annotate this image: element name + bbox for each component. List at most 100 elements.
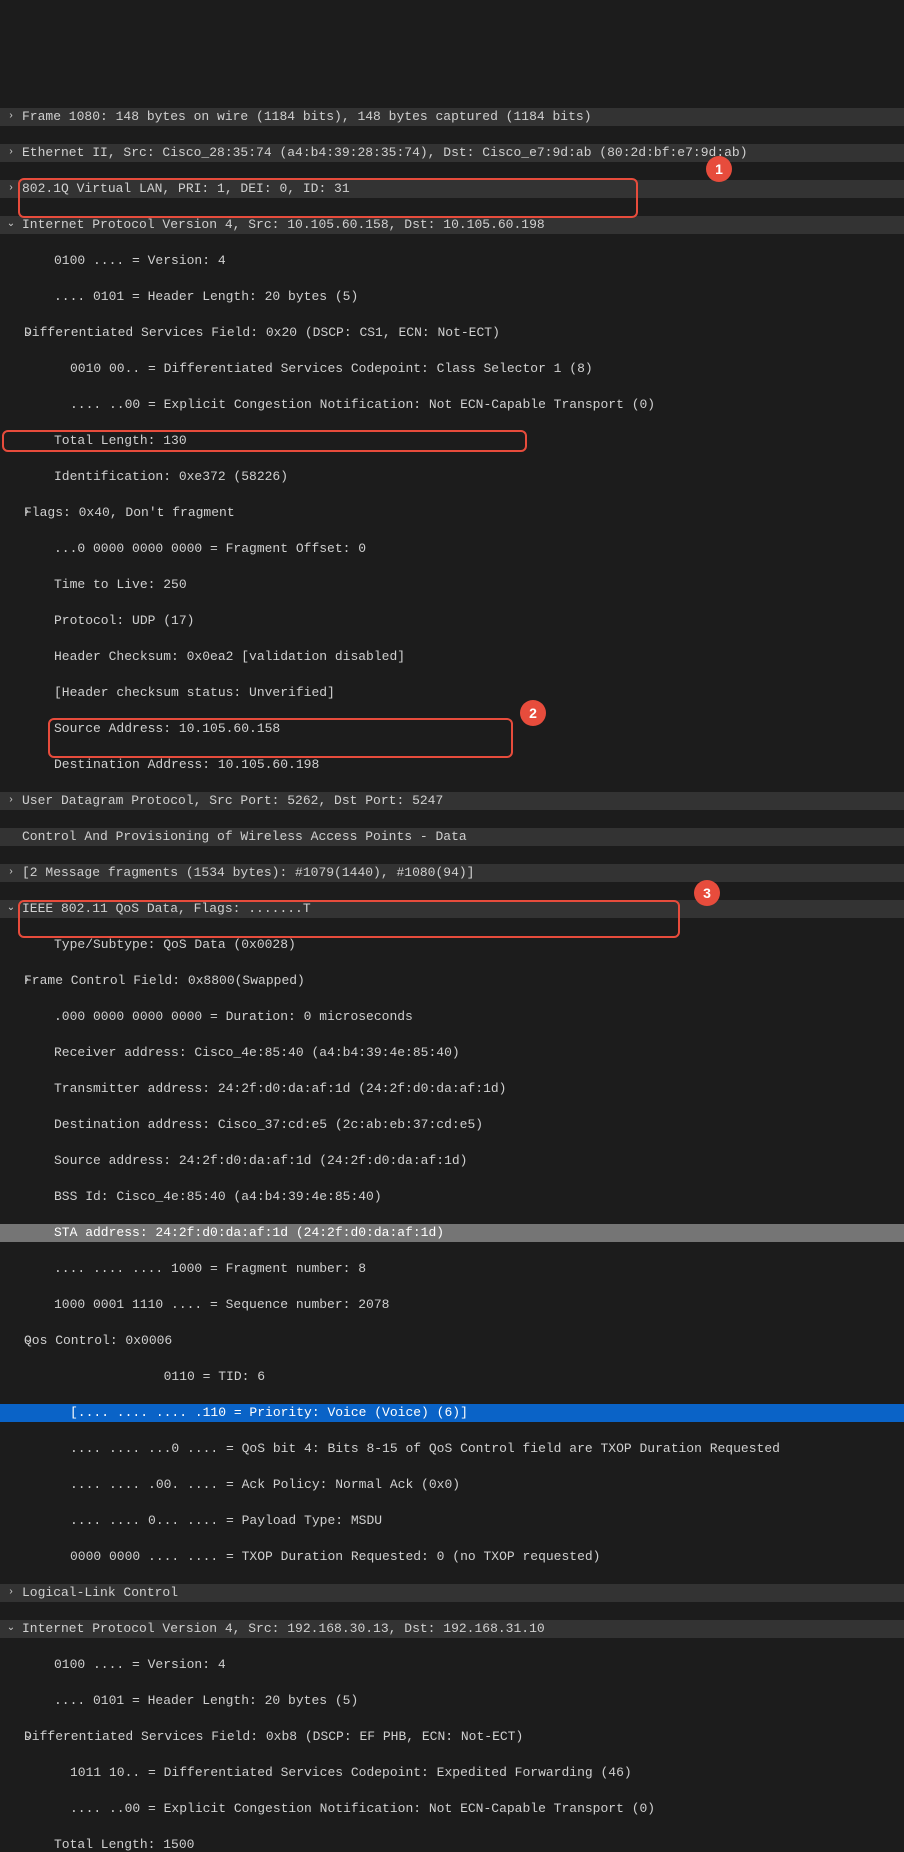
fragment-number: .... .... .... 1000 = Fragment number: 8 xyxy=(18,1260,366,1278)
chevron-down-icon[interactable]: ⌄ xyxy=(4,324,24,342)
tree-row[interactable]: Header Checksum: 0x0ea2 [validation disa… xyxy=(0,648,904,666)
tid: 0110 = TID: 6 xyxy=(18,1368,265,1386)
chevron-down-icon[interactable]: ⌄ xyxy=(4,1728,24,1746)
tree-row[interactable]: Total Length: 1500 xyxy=(0,1836,904,1852)
tree-row[interactable]: .... .... .00. .... = Ack Policy: Normal… xyxy=(0,1476,904,1494)
tree-row[interactable]: 1011 10.. = Differentiated Services Code… xyxy=(0,1764,904,1782)
total-length: Total Length: 130 xyxy=(18,432,187,450)
annotation-callout-3: 3 xyxy=(694,880,720,906)
tree-row[interactable]: 0010 00.. = Differentiated Services Code… xyxy=(0,360,904,378)
tree-row[interactable]: .... .... 0... .... = Payload Type: MSDU xyxy=(0,1512,904,1530)
chevron-right-icon[interactable]: › xyxy=(4,972,24,990)
identification: Identification: 0xe372 (58226) xyxy=(18,468,288,486)
tree-row[interactable]: Receiver address: Cisco_4e:85:40 (a4:b4:… xyxy=(0,1044,904,1062)
source-address-2: Source address: 24:2f:d0:da:af:1d (24:2f… xyxy=(18,1152,467,1170)
tree-row[interactable]: ⌄Differentiated Services Field: 0x20 (DS… xyxy=(0,324,904,342)
chevron-right-icon[interactable]: › xyxy=(4,144,18,162)
callout-label: 1 xyxy=(715,160,723,178)
type-subtype: Type/Subtype: QoS Data (0x0028) xyxy=(18,936,296,954)
ack-policy: .... .... .00. .... = Ack Policy: Normal… xyxy=(18,1476,460,1494)
tree-row[interactable]: .... ..00 = Explicit Congestion Notifica… xyxy=(0,1800,904,1818)
tree-row[interactable]: ›802.1Q Virtual LAN, PRI: 1, DEI: 0, ID:… xyxy=(0,180,904,198)
frame-control-field: Frame Control Field: 0x8800(Swapped) xyxy=(24,972,305,990)
tree-row[interactable]: Total Length: 130 xyxy=(0,432,904,450)
header-checksum: Header Checksum: 0x0ea2 [validation disa… xyxy=(18,648,405,666)
tree-row[interactable]: Destination address: Cisco_37:cd:e5 (2c:… xyxy=(0,1116,904,1134)
tree-row[interactable]: ›[2 Message fragments (1534 bytes): #107… xyxy=(0,864,904,882)
tree-row[interactable]: .000 0000 0000 0000 = Duration: 0 micros… xyxy=(0,1008,904,1026)
ipv4-outer-summary: Internet Protocol Version 4, Src: 10.105… xyxy=(18,216,545,234)
dsfield-outer: Differentiated Services Field: 0x20 (DSC… xyxy=(24,324,500,342)
tree-row-highlighted[interactable]: [.... .... .... .110 = Priority: Voice (… xyxy=(0,1404,904,1422)
chevron-down-icon[interactable]: ⌄ xyxy=(4,1332,24,1350)
chevron-right-icon[interactable]: › xyxy=(4,180,18,198)
protocol: Protocol: UDP (17) xyxy=(18,612,194,630)
transmitter-address: Transmitter address: 24:2f:d0:da:af:1d (… xyxy=(18,1080,506,1098)
callout-label: 3 xyxy=(703,884,711,902)
tree-row[interactable]: ⌄Differentiated Services Field: 0xb8 (DS… xyxy=(0,1728,904,1746)
txop: 0000 0000 .... .... = TXOP Duration Requ… xyxy=(18,1548,601,1566)
chevron-right-icon[interactable]: › xyxy=(4,864,18,882)
ipv4-version-2: 0100 .... = Version: 4 xyxy=(18,1656,226,1674)
chevron-down-icon[interactable]: ⌄ xyxy=(4,1620,18,1638)
dest-address: Destination Address: 10.105.60.198 xyxy=(18,756,319,774)
tree-row[interactable]: .... .... ...0 .... = QoS bit 4: Bits 8-… xyxy=(0,1440,904,1458)
callout-label: 2 xyxy=(529,704,537,722)
annotation-callout-2: 2 xyxy=(520,700,546,726)
tree-row[interactable]: Type/Subtype: QoS Data (0x0028) xyxy=(0,936,904,954)
tree-row[interactable]: 0110 = TID: 6 xyxy=(0,1368,904,1386)
chevron-right-icon[interactable]: › xyxy=(4,504,24,522)
tree-row[interactable]: ⌄Qos Control: 0x0006 xyxy=(0,1332,904,1350)
tree-row[interactable]: ⌄IEEE 802.11 QoS Data, Flags: .......T xyxy=(0,900,904,918)
tree-row[interactable]: .... .... .... 1000 = Fragment number: 8 xyxy=(0,1260,904,1278)
tree-row[interactable]: Transmitter address: 24:2f:d0:da:af:1d (… xyxy=(0,1080,904,1098)
tree-row[interactable]: Source address: 24:2f:d0:da:af:1d (24:2f… xyxy=(0,1152,904,1170)
vlan-summary: 802.1Q Virtual LAN, PRI: 1, DEI: 0, ID: … xyxy=(18,180,350,198)
tree-row[interactable]: ...0 0000 0000 0000 = Fragment Offset: 0 xyxy=(0,540,904,558)
tree-row[interactable]: Control And Provisioning of Wireless Acc… xyxy=(0,828,904,846)
tree-row[interactable]: 1000 0001 1110 .... = Sequence number: 2… xyxy=(0,1296,904,1314)
tree-row-selected[interactable]: STA address: 24:2f:d0:da:af:1d (24:2f:d0… xyxy=(0,1224,904,1242)
tree-row[interactable]: Time to Live: 250 xyxy=(0,576,904,594)
tree-row[interactable]: Protocol: UDP (17) xyxy=(0,612,904,630)
tree-row[interactable]: .... 0101 = Header Length: 20 bytes (5) xyxy=(0,288,904,306)
destination-address: Destination address: Cisco_37:cd:e5 (2c:… xyxy=(18,1116,483,1134)
chevron-down-icon[interactable]: ⌄ xyxy=(4,900,18,918)
fragment-offset: ...0 0000 0000 0000 = Fragment Offset: 0 xyxy=(18,540,366,558)
tree-row[interactable]: ⌄Internet Protocol Version 4, Src: 10.10… xyxy=(0,216,904,234)
ecn-outer: .... ..00 = Explicit Congestion Notifica… xyxy=(18,396,655,414)
chevron-right-icon[interactable]: › xyxy=(4,108,18,126)
tree-row[interactable]: ›Flags: 0x40, Don't fragment xyxy=(0,504,904,522)
tree-row[interactable]: 0000 0000 .... .... = TXOP Duration Requ… xyxy=(0,1548,904,1566)
tree-row[interactable]: Identification: 0xe372 (58226) xyxy=(0,468,904,486)
bss-id: BSS Id: Cisco_4e:85:40 (a4:b4:39:4e:85:4… xyxy=(18,1188,382,1206)
dsfield-inner: Differentiated Services Field: 0xb8 (DSC… xyxy=(24,1728,523,1746)
tree-row[interactable]: .... ..00 = Explicit Congestion Notifica… xyxy=(0,396,904,414)
checksum-status: [Header checksum status: Unverified] xyxy=(18,684,335,702)
tree-row[interactable]: [Header checksum status: Unverified] xyxy=(0,684,904,702)
chevron-right-icon[interactable]: › xyxy=(4,1584,18,1602)
tree-row[interactable]: BSS Id: Cisco_4e:85:40 (a4:b4:39:4e:85:4… xyxy=(0,1188,904,1206)
tree-row[interactable]: 0100 .... = Version: 4 xyxy=(0,1656,904,1674)
source-address: Source Address: 10.105.60.158 xyxy=(18,720,280,738)
ieee80211-summary: IEEE 802.11 QoS Data, Flags: .......T xyxy=(18,900,311,918)
chevron-right-icon[interactable]: › xyxy=(4,792,18,810)
tree-row[interactable]: .... 0101 = Header Length: 20 bytes (5) xyxy=(0,1692,904,1710)
priority: [.... .... .... .110 = Priority: Voice (… xyxy=(18,1404,468,1422)
tree-row[interactable]: 0100 .... = Version: 4 xyxy=(0,252,904,270)
payload-type: .... .... 0... .... = Payload Type: MSDU xyxy=(18,1512,382,1530)
tree-row[interactable]: ›Frame 1080: 148 bytes on wire (1184 bit… xyxy=(0,108,904,126)
sta-address: STA address: 24:2f:d0:da:af:1d (24:2f:d0… xyxy=(18,1224,444,1242)
tree-row[interactable]: ›User Datagram Protocol, Src Port: 5262,… xyxy=(0,792,904,810)
tree-row[interactable]: ›Ethernet II, Src: Cisco_28:35:74 (a4:b4… xyxy=(0,144,904,162)
ethernet-summary: Ethernet II, Src: Cisco_28:35:74 (a4:b4:… xyxy=(18,144,748,162)
capwap-summary: Control And Provisioning of Wireless Acc… xyxy=(18,828,467,846)
tree-row[interactable]: Source Address: 10.105.60.158 xyxy=(0,720,904,738)
chevron-down-icon[interactable]: ⌄ xyxy=(4,216,18,234)
tree-row[interactable]: Destination Address: 10.105.60.198 xyxy=(0,756,904,774)
tree-row[interactable]: ⌄Internet Protocol Version 4, Src: 192.1… xyxy=(0,1620,904,1638)
fragments-summary: [2 Message fragments (1534 bytes): #1079… xyxy=(18,864,474,882)
tree-row[interactable]: ›Logical-Link Control xyxy=(0,1584,904,1602)
annotation-callout-1: 1 xyxy=(706,156,732,182)
tree-row[interactable]: ›Frame Control Field: 0x8800(Swapped) xyxy=(0,972,904,990)
